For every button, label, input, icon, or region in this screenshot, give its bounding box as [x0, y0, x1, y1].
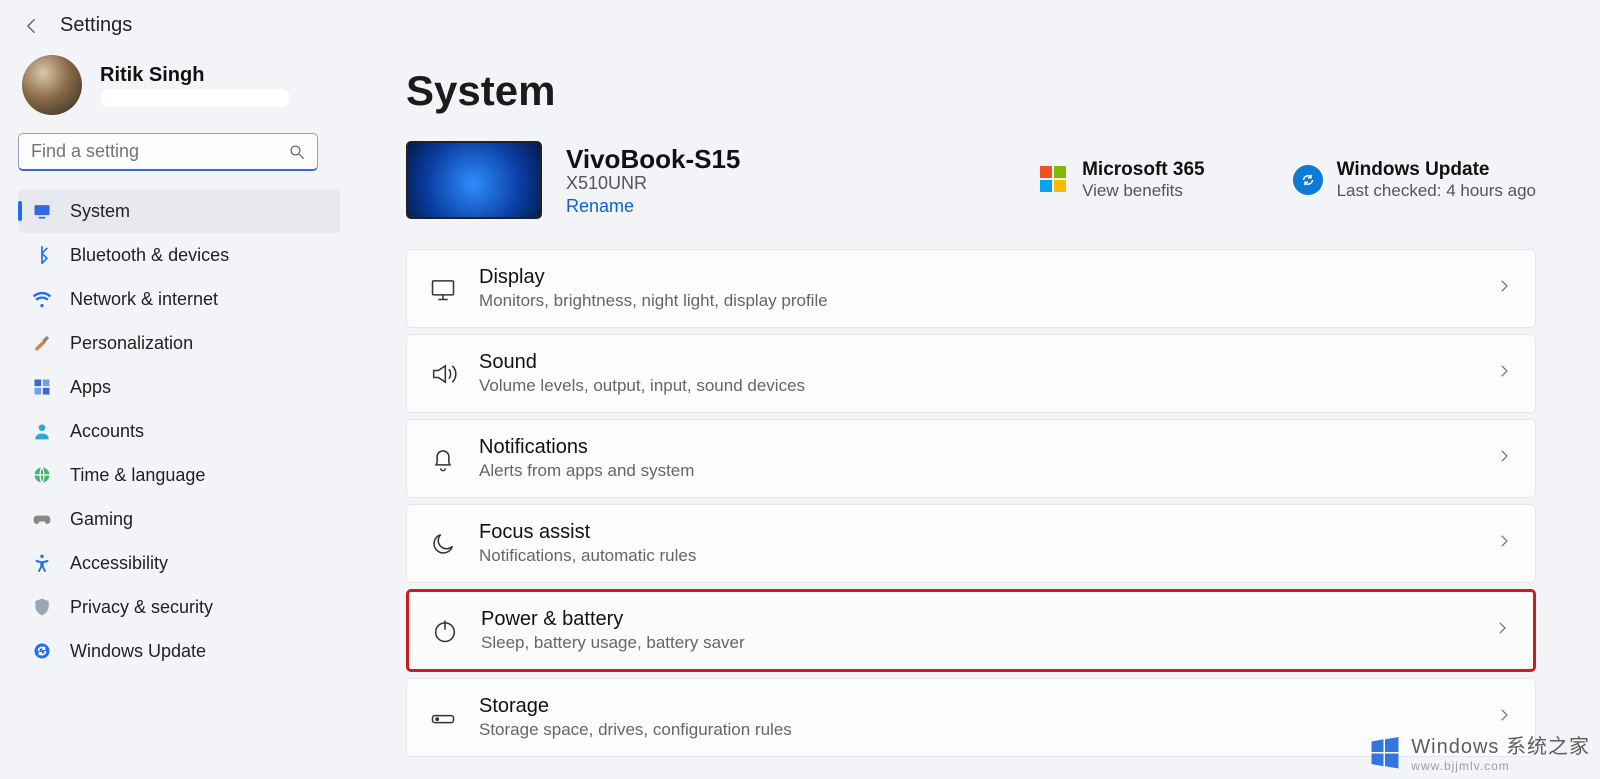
card-title: Sound [479, 351, 1473, 374]
card-title: Focus assist [479, 521, 1473, 544]
nav-label: Personalization [70, 333, 193, 354]
bell-icon [429, 445, 457, 473]
nav-label: Windows Update [70, 641, 206, 662]
nav-system[interactable]: System [18, 189, 340, 233]
watermark: Windows 系统之家 www.bjjmlv.com [1367, 730, 1590, 773]
nav-bluetooth[interactable]: Bluetooth & devices [18, 233, 340, 277]
card-focus-assist[interactable]: Focus assist Notifications, automatic ru… [406, 504, 1536, 583]
user-email-redacted [100, 89, 290, 107]
person-icon [32, 421, 52, 441]
nav-network[interactable]: Network & internet [18, 277, 340, 321]
nav-time[interactable]: Time & language [18, 453, 340, 497]
nav-accounts[interactable]: Accounts [18, 409, 340, 453]
window-title: Settings [60, 14, 132, 37]
card-sub: Notifications, automatic rules [479, 546, 1473, 566]
avatar [22, 55, 82, 115]
microsoft-365-icon [1040, 166, 1068, 194]
nav-personalization[interactable]: Personalization [18, 321, 340, 365]
nav-privacy[interactable]: Privacy & security [18, 585, 340, 629]
card-notifications[interactable]: Notifications Alerts from apps and syste… [406, 419, 1536, 498]
accessibility-icon [32, 553, 52, 573]
bluetooth-icon [32, 245, 52, 265]
chevron-right-icon [1495, 447, 1513, 470]
watermark-url: www.bjjmlv.com [1411, 759, 1590, 773]
chevron-right-icon [1495, 362, 1513, 385]
search-input[interactable] [18, 133, 318, 171]
device-name: VivoBook-S15 [566, 144, 926, 175]
promo-sub: View benefits [1082, 181, 1204, 201]
promo-title: Microsoft 365 [1082, 159, 1204, 181]
nav-label: Network & internet [70, 289, 218, 310]
nav-label: System [70, 201, 130, 222]
storage-icon [429, 704, 457, 732]
sound-icon [429, 360, 457, 388]
display-icon [429, 275, 457, 303]
nav-label: Time & language [70, 465, 205, 486]
windows-update-icon [32, 641, 52, 661]
chevron-right-icon [1495, 277, 1513, 300]
nav-apps[interactable]: Apps [18, 365, 340, 409]
windows-update-card[interactable]: Windows Update Last checked: 4 hours ago [1293, 159, 1536, 201]
card-display[interactable]: Display Monitors, brightness, night ligh… [406, 249, 1536, 328]
nav-label: Apps [70, 377, 111, 398]
device-model: X510UNR [566, 173, 926, 194]
nav-label: Gaming [70, 509, 133, 530]
card-title: Notifications [479, 436, 1473, 459]
gamepad-icon [32, 509, 52, 529]
microsoft-365-card[interactable]: Microsoft 365 View benefits [1040, 159, 1204, 201]
nav-accessibility[interactable]: Accessibility [18, 541, 340, 585]
search-icon [288, 143, 306, 161]
watermark-brand: Windows [1411, 736, 1499, 758]
card-sound[interactable]: Sound Volume levels, output, input, soun… [406, 334, 1536, 413]
device-thumbnail[interactable] [406, 141, 542, 219]
card-sub: Alerts from apps and system [479, 461, 1473, 481]
sidebar: Ritik Singh System Bluetooth & devices N… [0, 37, 340, 768]
user-card[interactable]: Ritik Singh [22, 55, 340, 115]
card-sub: Monitors, brightness, night light, displ… [479, 291, 1473, 311]
user-name: Ritik Singh [100, 64, 290, 87]
rename-link[interactable]: Rename [566, 196, 926, 217]
nav-label: Privacy & security [70, 597, 213, 618]
card-power-battery[interactable]: Power & battery Sleep, battery usage, ba… [406, 589, 1536, 672]
card-title: Storage [479, 695, 1473, 718]
card-sub: Volume levels, output, input, sound devi… [479, 376, 1473, 396]
power-icon [431, 617, 459, 645]
windows-logo-icon [1367, 734, 1403, 770]
nav-label: Accessibility [70, 553, 168, 574]
apps-icon [32, 377, 52, 397]
monitor-icon [32, 201, 52, 221]
nav: System Bluetooth & devices Network & int… [18, 189, 340, 673]
promo-title: Windows Update [1337, 159, 1536, 181]
main-content: System VivoBook-S15 X510UNR Rename Micro… [340, 37, 1600, 768]
wifi-icon [32, 289, 52, 309]
back-icon[interactable] [22, 16, 42, 36]
nav-update[interactable]: Windows Update [18, 629, 340, 673]
nav-label: Bluetooth & devices [70, 245, 229, 266]
sync-icon [1293, 165, 1323, 195]
card-title: Power & battery [481, 608, 1471, 631]
chevron-right-icon [1495, 706, 1513, 729]
card-sub: Storage space, drives, configuration rul… [479, 720, 1473, 740]
card-sub: Sleep, battery usage, battery saver [481, 633, 1471, 653]
shield-icon [32, 597, 52, 617]
globe-clock-icon [32, 465, 52, 485]
chevron-right-icon [1495, 532, 1513, 555]
nav-gaming[interactable]: Gaming [18, 497, 340, 541]
card-title: Display [479, 266, 1473, 289]
chevron-right-icon [1493, 619, 1511, 642]
watermark-suffix: 系统之家 [1499, 736, 1590, 758]
brush-icon [32, 333, 52, 353]
promo-sub: Last checked: 4 hours ago [1337, 181, 1536, 201]
nav-label: Accounts [70, 421, 144, 442]
page-title: System [406, 67, 1536, 115]
moon-icon [429, 530, 457, 558]
